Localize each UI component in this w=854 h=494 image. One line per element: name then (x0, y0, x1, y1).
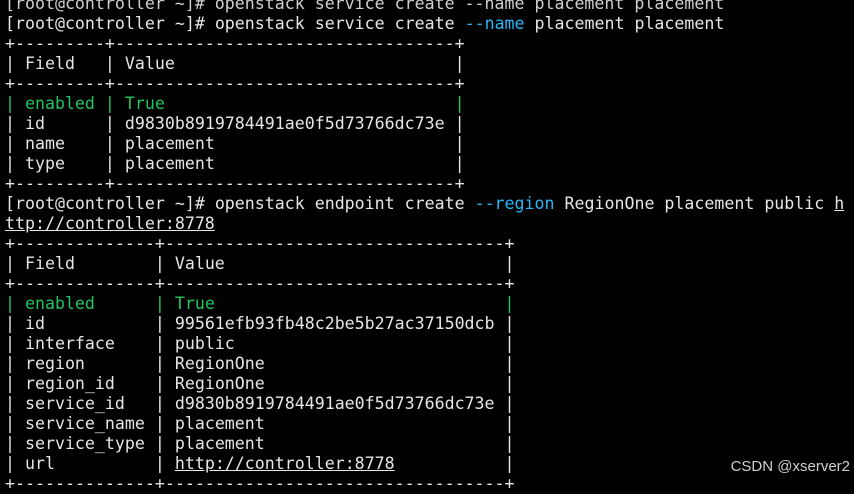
command-line-1: [root@controller ~]# openstack service c… (5, 14, 854, 34)
command-text: openstack service create (214, 14, 455, 33)
command-url-start[interactable]: h (834, 194, 844, 213)
table-border-header: +--------------+------------------------… (5, 274, 515, 293)
table-row: | enabled | True | (5, 94, 465, 113)
url-link[interactable]: http://controller:8778 (175, 454, 395, 473)
shell-prompt: [root@controller ~]# (5, 14, 205, 33)
terminal-window[interactable]: [root@controller ~]# openstack service c… (5, 0, 854, 493)
table-border-bottom: +---------+-----------------------------… (5, 174, 465, 193)
table-row: | url | http://controller:8778 | (5, 454, 515, 473)
field-cell: service_type (24, 434, 145, 453)
field-cell: type (24, 154, 65, 173)
command-flag: --name (464, 14, 525, 33)
command-flag: --region (474, 194, 555, 213)
field-cell: id (24, 114, 45, 133)
table-border-bottom: +--------------+------------------------… (5, 474, 515, 493)
value-cell: RegionOne (174, 374, 265, 393)
table-border-top: +---------+-----------------------------… (5, 34, 465, 53)
shell-prompt: [root@controller ~]# (5, 194, 205, 213)
table-row: | service_name | placement | (5, 414, 515, 433)
value-cell: True (124, 94, 165, 113)
field-cell: enabled (24, 94, 95, 113)
field-cell: enabled (24, 294, 95, 313)
field-cell: region_id (24, 374, 115, 393)
command-args: RegionOne placement public (564, 194, 825, 213)
partial-command-line: [root@controller ~]# openstack service c… (5, 0, 725, 13)
field-cell: interface (24, 334, 115, 353)
table-row: | region | RegionOne | (5, 354, 515, 373)
table-row: | region_id | RegionOne | (5, 374, 515, 393)
table-header-row: | Field | Value | (5, 54, 465, 73)
command-text: openstack endpoint create (214, 194, 465, 213)
field-cell: id (24, 314, 45, 333)
command-line-2: [root@controller ~]# openstack endpoint … (5, 194, 854, 214)
field-cell: url (24, 454, 55, 473)
field-cell: Field (24, 54, 75, 73)
service-output-table: +---------+-----------------------------… (5, 34, 854, 194)
table-row: | id | 99561efb93fb48c2be5b27ac37150dcb … (5, 314, 515, 333)
value-cell: d9830b8919784491ae0f5d73766dc73e (174, 394, 495, 413)
value-cell: placement (174, 434, 265, 453)
table-row: | type | placement | (5, 154, 465, 173)
command-args: placement placement (534, 14, 725, 33)
value-cell: True (174, 294, 215, 313)
value-cell: d9830b8919784491ae0f5d73766dc73e (124, 114, 445, 133)
value-cell: placement (124, 154, 215, 173)
table-header-row: | Field | Value | (5, 254, 515, 273)
table-row: | service_type | placement | (5, 434, 515, 453)
value-cell: public (174, 334, 235, 353)
table-row: | service_id | d9830b8919784491ae0f5d737… (5, 394, 515, 413)
field-cell: service_id (24, 394, 125, 413)
table-row: | name | placement | (5, 134, 465, 153)
table-row: | enabled | True | (5, 294, 515, 313)
value-cell: 99561efb93fb48c2be5b27ac37150dcb (174, 314, 495, 333)
value-cell: RegionOne (174, 354, 265, 373)
command-line-2-wrap: ttp://controller:8778 (5, 214, 854, 234)
watermark-text: CSDN @xserver2 (730, 458, 850, 475)
table-border-header: +---------+-----------------------------… (5, 74, 465, 93)
value-cell: Value (124, 54, 175, 73)
value-cell: placement (174, 414, 265, 433)
field-cell: Field (24, 254, 75, 273)
value-cell: placement (124, 134, 215, 153)
endpoint-output-table: +--------------+------------------------… (5, 234, 854, 494)
table-row: | interface | public | (5, 334, 515, 353)
field-cell: name (24, 134, 65, 153)
table-row: | id | d9830b8919784491ae0f5d73766dc73e … (5, 114, 465, 133)
table-border-top: +--------------+------------------------… (5, 234, 515, 253)
field-cell: region (24, 354, 85, 373)
value-cell: Value (174, 254, 225, 273)
command-url-rest[interactable]: ttp://controller:8778 (5, 214, 215, 233)
field-cell: service_name (24, 414, 145, 433)
